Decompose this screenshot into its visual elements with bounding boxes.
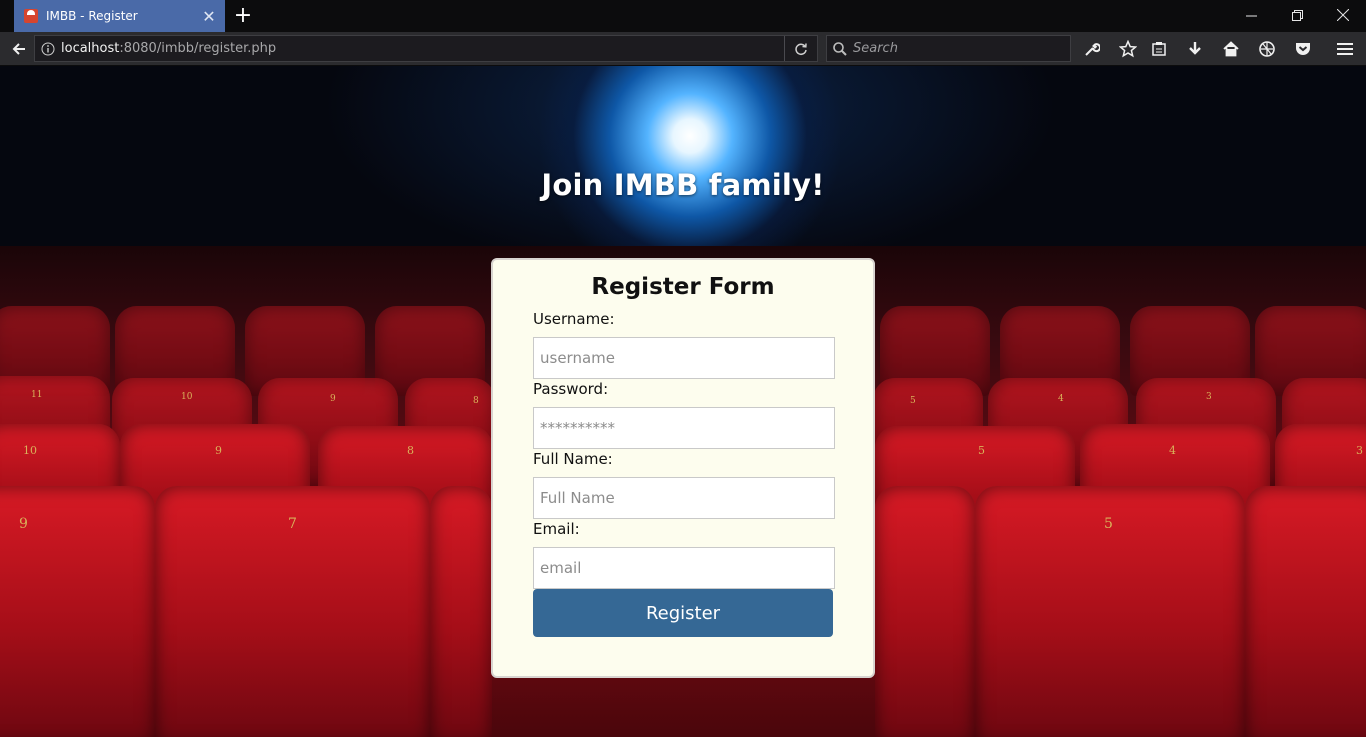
clipboard-icon [1152, 42, 1166, 56]
navigation-toolbar: localhost:8080/imbb/register.php [0, 32, 1366, 66]
seat [430, 486, 492, 737]
seat-number: 4 [1169, 444, 1176, 457]
search-icon [833, 41, 847, 56]
pocket-icon [1296, 43, 1310, 55]
minimize-button[interactable] [1228, 0, 1274, 30]
form-title: Register Form [591, 274, 775, 300]
reload-button[interactable] [784, 36, 817, 61]
seat-number: 9 [330, 394, 336, 404]
restore-icon [1291, 9, 1303, 21]
seat-number: 10 [181, 392, 193, 402]
register-form: Register Form Username: Password: Full N… [491, 258, 875, 678]
download-arrow-icon [1189, 42, 1201, 55]
username-input[interactable] [533, 337, 835, 379]
seat [1245, 486, 1366, 737]
seat-number: 8 [473, 396, 479, 406]
back-arrow-icon [12, 43, 25, 55]
username-label: Username: [533, 310, 615, 328]
seat-number: 8 [407, 444, 414, 457]
seat-number: 7 [288, 516, 297, 532]
pocket-button[interactable] [1289, 37, 1317, 61]
fullname-label: Full Name: [533, 450, 613, 468]
register-button[interactable]: Register [533, 589, 833, 637]
menu-button[interactable] [1331, 37, 1359, 61]
seat-number: 3 [1206, 392, 1212, 402]
search-input[interactable] [851, 40, 1055, 57]
home-button[interactable] [1217, 37, 1245, 61]
email-input[interactable] [533, 547, 835, 589]
seat-number: 5 [978, 444, 985, 457]
home-icon [1223, 41, 1239, 57]
url-bar[interactable]: localhost:8080/imbb/register.php [34, 35, 818, 62]
new-tab-button[interactable]: + [231, 4, 255, 28]
close-window-icon [1337, 9, 1349, 21]
globe-mask-icon [1259, 41, 1275, 57]
tab-title: IMBB - Register [46, 9, 138, 23]
seat-number: 9 [215, 444, 222, 457]
seat-number: 9 [19, 516, 28, 532]
hamburger-icon [1337, 43, 1353, 55]
extension-button[interactable] [1253, 37, 1281, 61]
page-background: 11 10 9 8 5 4 3 10 9 8 5 4 3 9 7 5 Join … [0, 66, 1366, 737]
star-icon [1119, 40, 1137, 58]
tab-imbb-register[interactable]: IMBB - Register ✕ [14, 0, 225, 32]
url-host: localhost [61, 41, 120, 56]
tab-bar: IMBB - Register ✕ + [0, 0, 1366, 32]
bookmarks-library-button[interactable] [1145, 37, 1173, 61]
search-bar[interactable] [826, 35, 1071, 62]
seat-number: 11 [31, 390, 43, 400]
developer-tools-button[interactable] [1078, 37, 1106, 61]
site-info-icon[interactable] [35, 42, 61, 56]
seat-number: 5 [910, 396, 916, 406]
url-path: :8080/imbb/register.php [119, 41, 277, 56]
back-button[interactable] [6, 37, 32, 61]
downloads-button[interactable] [1181, 37, 1209, 61]
seat-number: 10 [23, 444, 37, 457]
seat-number: 5 [1104, 516, 1113, 532]
password-input[interactable] [533, 407, 835, 449]
popcorn-icon [24, 9, 38, 23]
wrench-icon [1085, 43, 1100, 56]
bookmark-star-button[interactable] [1114, 37, 1142, 61]
seat-number: 3 [1356, 444, 1363, 457]
fullname-input[interactable] [533, 477, 835, 519]
close-tab-icon[interactable]: ✕ [197, 4, 221, 28]
seat-number: 4 [1058, 394, 1064, 404]
close-window-button[interactable] [1320, 0, 1366, 30]
page-heading: Join IMBB family! [541, 168, 825, 202]
minimize-icon [1245, 15, 1257, 16]
restore-button[interactable] [1274, 0, 1320, 30]
seat [875, 486, 975, 737]
email-label: Email: [533, 520, 580, 538]
password-label: Password: [533, 380, 609, 398]
reload-icon [795, 42, 807, 55]
